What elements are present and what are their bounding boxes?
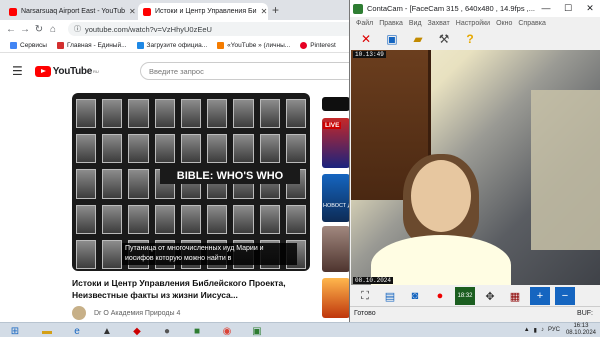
video-player[interactable]: BIBLE: WHO'S WHO Путаница от многочислен… (72, 93, 310, 271)
language-indicator[interactable]: РУС (548, 327, 560, 333)
bookmark-icon (136, 41, 144, 49)
recommended-thumbnail[interactable] (322, 226, 350, 272)
bookmark-download[interactable]: Загрузите официа... (136, 41, 207, 49)
bookmarks-bar: Сервисы Главная - Единый... Загрузите оф… (0, 38, 350, 53)
contacam-app-icon (353, 3, 363, 14)
file-explorer-icon[interactable]: ▬ (34, 324, 60, 338)
minimize-icon[interactable]: — (535, 3, 557, 14)
menu-help[interactable]: Справка (518, 20, 545, 27)
menu-window[interactable]: Окно (496, 20, 512, 27)
tab-narsarsuaq[interactable]: Narsarsuaq Airport East - YouTub ✕ (4, 3, 136, 20)
timestamp-top: 10.13:49 (353, 51, 386, 58)
pinterest-icon (300, 41, 308, 49)
settings-tools-icon[interactable]: ⚒ (434, 30, 454, 48)
search-input[interactable]: Введите запрос (140, 62, 350, 80)
maximize-icon[interactable]: ☐ (557, 3, 579, 14)
volume-icon[interactable]: ♪ (541, 327, 544, 333)
record-icon[interactable]: ● (430, 287, 450, 305)
camera-snapshot-icon[interactable]: ◙ (405, 287, 425, 305)
time-display-icon[interactable]: 18:32 (455, 287, 475, 305)
timestamp-bottom: 08.10.2024 (353, 277, 394, 284)
bookmark-main[interactable]: Главная - Единый... (56, 41, 127, 49)
chrome-icon[interactable]: ◉ (214, 324, 240, 338)
contacam-window: ContaCam - [FaceCam 315 , 640x480 , 14.9… (349, 0, 600, 322)
forward-icon[interactable]: → (18, 24, 32, 35)
contacam-taskbar-icon[interactable]: ▣ (244, 324, 270, 338)
recommended-thumbnail[interactable] (322, 174, 350, 222)
internet-explorer-icon[interactable]: e (64, 324, 90, 338)
camera-icon[interactable]: ▣ (382, 30, 402, 48)
hamburger-menu-icon[interactable]: ☰ (12, 64, 23, 78)
close-icon[interactable]: ✕ (579, 3, 600, 14)
person-face (411, 160, 471, 232)
bookmark-icon (217, 41, 225, 49)
apps-icon (10, 41, 17, 49)
help-icon[interactable]: ? (460, 30, 480, 48)
contacam-status-bar: Готово BUF: (350, 306, 600, 320)
new-tab-button[interactable]: + (272, 3, 279, 17)
menu-capture[interactable]: Захват (428, 20, 450, 27)
app-icon[interactable]: ● (154, 324, 180, 338)
tray-arrow-icon[interactable]: ▲ (524, 327, 530, 333)
youtube-play-icon (34, 65, 51, 77)
zoom-out-icon[interactable]: − (555, 287, 575, 305)
close-tab-icon[interactable]: ✕ (257, 7, 268, 16)
tab-label: Narsarsuaq Airport East - YouTub (21, 8, 126, 15)
buffer-status: BUF: (577, 310, 593, 317)
open-folder-icon[interactable]: ▰ (408, 30, 428, 48)
clock[interactable]: 16:13 08.10.2024 (566, 323, 596, 337)
bookmark-youtube[interactable]: «YouTube » (личны... (217, 41, 290, 49)
taskbar: ⊞ ▬ e ▲ ◆ ● ■ ◉ ▣ ▲ ▮ ♪ РУС 16:13 08.10.… (0, 322, 600, 337)
video-subtitle: Путаница от многочисленных иуд Марии и и… (122, 243, 297, 265)
reload-icon[interactable]: ↻ (32, 24, 46, 35)
tab-label: Истоки и Центр Управления Би (155, 8, 257, 15)
zoom-in-icon[interactable]: + (530, 287, 550, 305)
start-button-icon[interactable]: ⊞ (2, 324, 28, 338)
contacam-menu-bar: Файл Правка Вид Захват Настройки Окно Сп… (350, 17, 600, 29)
youtube-favicon-icon (143, 7, 151, 16)
live-badge: LIVE (323, 122, 342, 129)
door-shape (531, 90, 600, 250)
snapshot-settings-icon[interactable]: ⛶ (355, 287, 375, 305)
contacam-toolbar: ✕ ▣ ▰ ⚒ ? (350, 29, 600, 49)
close-device-icon[interactable]: ✕ (356, 30, 376, 48)
home-icon[interactable]: ⌂ (46, 24, 60, 35)
youtube-favicon-icon (9, 7, 17, 16)
menu-settings[interactable]: Настройки (456, 20, 490, 27)
close-tab-icon[interactable]: ✕ (125, 7, 136, 16)
grid-icon[interactable]: ▦ (505, 287, 525, 305)
menu-edit[interactable]: Правка (379, 20, 403, 27)
channel-name[interactable]: Dr O Академия Природы 4 (94, 310, 180, 317)
app-icon[interactable]: ◆ (124, 324, 150, 338)
app-icon[interactable]: ■ (184, 324, 210, 338)
save-icon[interactable]: ▤ (380, 287, 400, 305)
video-title: Истоки и Центр Управления Библейского Пр… (72, 278, 286, 300)
app-icon[interactable]: ▲ (94, 324, 120, 338)
channel-avatar[interactable] (72, 306, 86, 320)
chip-button[interactable] (322, 97, 350, 111)
bookmark-icon (56, 41, 64, 49)
tab-istoki[interactable]: Истоки и Центр Управления Би ✕ (138, 3, 268, 20)
back-icon[interactable]: ← (4, 24, 18, 35)
menu-file[interactable]: Файл (356, 20, 373, 27)
system-tray: ▲ ▮ ♪ РУС 16:13 08.10.2024 (524, 323, 596, 337)
webcam-view: 10.13:49 08.10.2024 (351, 50, 600, 285)
site-info-icon[interactable]: ⓘ (74, 24, 81, 34)
contacam-title-bar: ContaCam - [FaceCam 315 , 640x480 , 14.9… (350, 0, 600, 17)
video-overlay-title: BIBLE: WHO'S WHO (160, 168, 300, 184)
bookmark-services[interactable]: Сервисы (10, 41, 47, 49)
youtube-logo[interactable]: YouTube RU (34, 65, 99, 77)
status-text: Готово (354, 310, 376, 317)
bookmark-pinterest[interactable]: Pinterest (300, 41, 336, 49)
move-icon[interactable]: ✥ (480, 287, 500, 305)
contacam-bottom-toolbar: ⛶ ▤ ◙ ● 18:32 ✥ ▦ + − (350, 286, 600, 306)
address-bar[interactable]: ⓘ youtube.com/watch?v=VzHhyU0zEeU (68, 22, 358, 36)
url-text: youtube.com/watch?v=VzHhyU0zEeU (85, 24, 212, 34)
recommended-thumbnail[interactable] (322, 278, 350, 318)
channel-row[interactable]: Dr O Академия Природы 4 (72, 306, 180, 320)
network-icon[interactable]: ▮ (534, 327, 537, 334)
menu-view[interactable]: Вид (409, 20, 422, 27)
